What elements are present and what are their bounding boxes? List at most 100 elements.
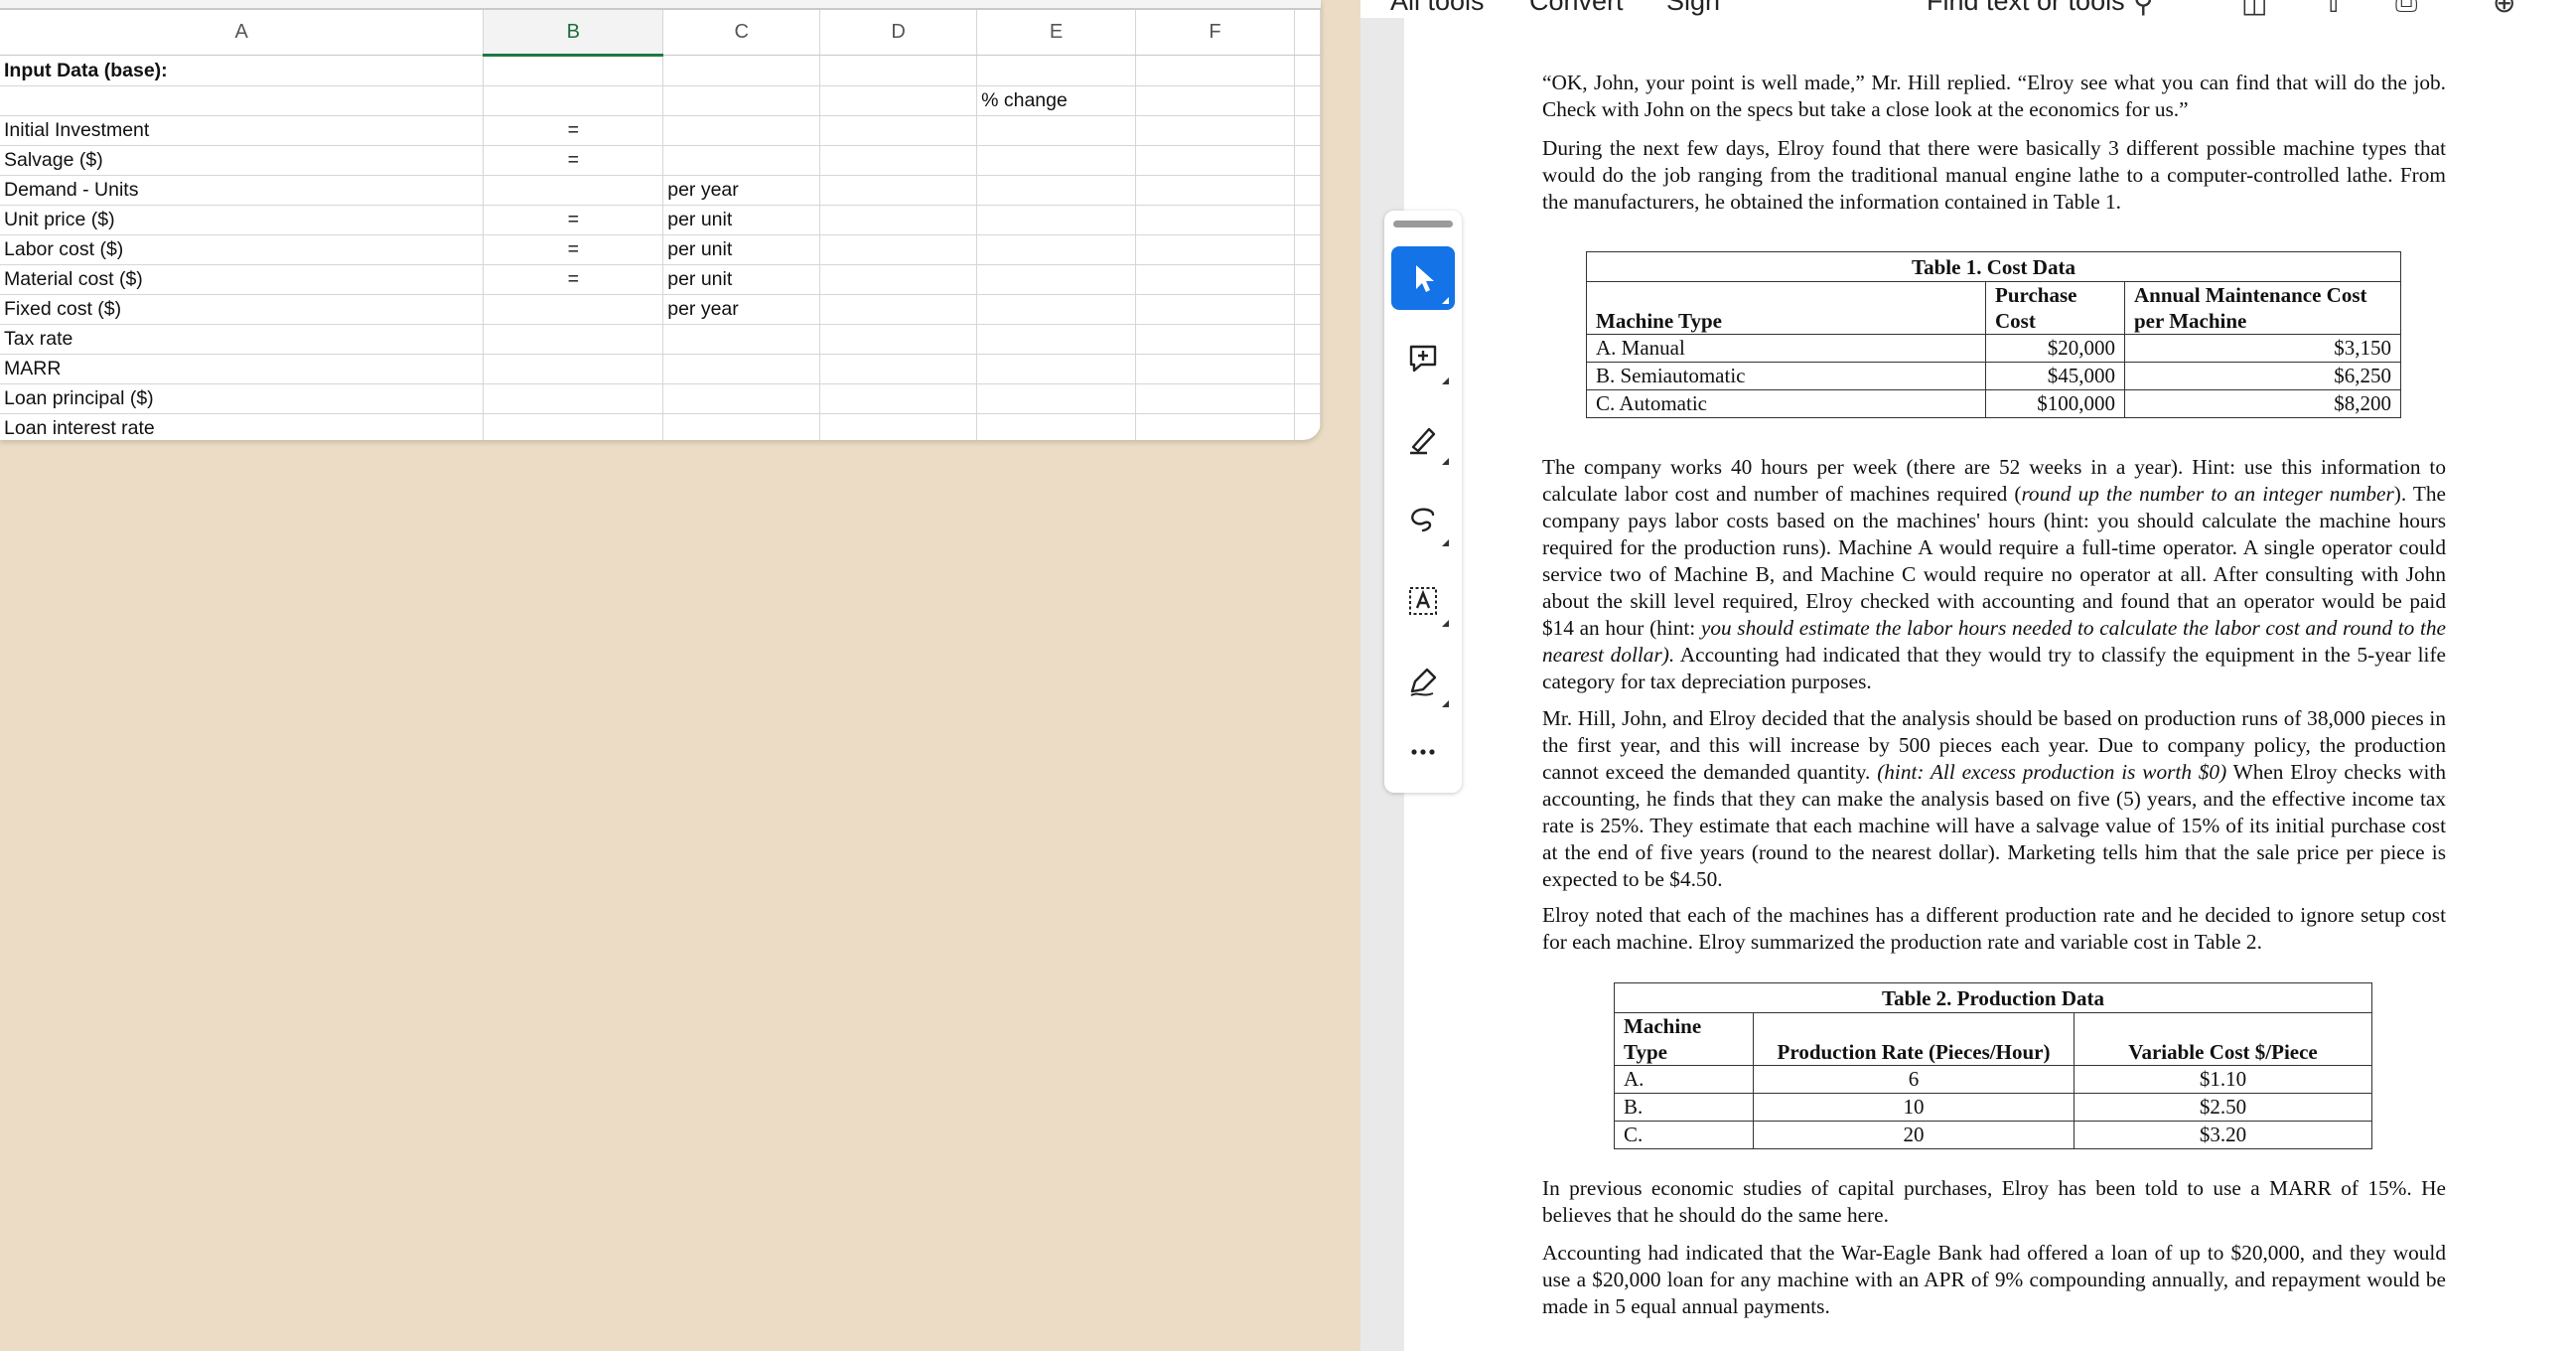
- cell-g1[interactable]: [1294, 56, 1320, 86]
- cell-b13[interactable]: [484, 414, 663, 441]
- cell-c1[interactable]: [663, 56, 820, 86]
- cell-f4[interactable]: [1136, 146, 1295, 176]
- cell-d7[interactable]: [820, 235, 977, 265]
- cell-g6[interactable]: [1294, 206, 1320, 235]
- cell-a12[interactable]: Loan principal ($): [0, 384, 484, 414]
- cell-c7[interactable]: per unit: [663, 235, 820, 265]
- cell-a13[interactable]: Loan interest rate: [0, 414, 484, 441]
- cell-a7[interactable]: Labor cost ($): [0, 235, 484, 265]
- cell-g11[interactable]: [1294, 355, 1320, 384]
- cell-d2[interactable]: [820, 86, 977, 116]
- column-header-f[interactable]: F: [1136, 10, 1295, 56]
- text-box-icon[interactable]: [1391, 569, 1455, 633]
- cell-d11[interactable]: [820, 355, 977, 384]
- cell-d12[interactable]: [820, 384, 977, 414]
- cell-e7[interactable]: [977, 235, 1136, 265]
- cell-c6[interactable]: per unit: [663, 206, 820, 235]
- cell-e9[interactable]: [977, 295, 1136, 325]
- cell-a1[interactable]: Input Data (base):: [0, 56, 484, 86]
- cell-c11[interactable]: [663, 355, 820, 384]
- cell-f13[interactable]: [1136, 414, 1295, 441]
- find-tools-input[interactable]: Find text or tools: [1927, 0, 2125, 17]
- cell-f9[interactable]: [1136, 295, 1295, 325]
- column-header-e[interactable]: E: [977, 10, 1136, 56]
- cell-e2[interactable]: % change: [977, 86, 1136, 116]
- cell-e4[interactable]: [977, 146, 1136, 176]
- column-header-g[interactable]: [1294, 10, 1320, 56]
- cell-e3[interactable]: [977, 116, 1136, 146]
- cell-e1[interactable]: [977, 56, 1136, 86]
- cell-f5[interactable]: [1136, 176, 1295, 206]
- cell-a6[interactable]: Unit price ($): [0, 206, 484, 235]
- column-header-c[interactable]: C: [663, 10, 820, 56]
- search-icon[interactable]: ⚲: [2133, 0, 2154, 18]
- cell-b9[interactable]: [484, 295, 663, 325]
- cell-g13[interactable]: [1294, 414, 1320, 441]
- cell-f1[interactable]: [1136, 56, 1295, 86]
- cell-a4[interactable]: Salvage ($): [0, 146, 484, 176]
- cell-g5[interactable]: [1294, 176, 1320, 206]
- cell-c10[interactable]: [663, 325, 820, 355]
- column-header-d[interactable]: D: [820, 10, 977, 56]
- cell-f3[interactable]: [1136, 116, 1295, 146]
- cell-g9[interactable]: [1294, 295, 1320, 325]
- cell-a3[interactable]: Initial Investment: [0, 116, 484, 146]
- cell-b8[interactable]: =: [484, 265, 663, 295]
- cell-f6[interactable]: [1136, 206, 1295, 235]
- cell-b7[interactable]: =: [484, 235, 663, 265]
- cell-d5[interactable]: [820, 176, 977, 206]
- cell-a8[interactable]: Material cost ($): [0, 265, 484, 295]
- cell-b10[interactable]: [484, 325, 663, 355]
- cell-g12[interactable]: [1294, 384, 1320, 414]
- cell-f11[interactable]: [1136, 355, 1295, 384]
- cell-d3[interactable]: [820, 116, 977, 146]
- cell-b1[interactable]: [484, 56, 663, 86]
- cell-a9[interactable]: Fixed cost ($): [0, 295, 484, 325]
- cell-c2[interactable]: [663, 86, 820, 116]
- cell-a11[interactable]: MARR: [0, 355, 484, 384]
- save-icon[interactable]: ◫: [2241, 0, 2267, 18]
- cell-g2[interactable]: [1294, 86, 1320, 116]
- select-cursor-icon[interactable]: [1391, 246, 1455, 310]
- cell-e5[interactable]: [977, 176, 1136, 206]
- cell-g3[interactable]: [1294, 116, 1320, 146]
- cell-e12[interactable]: [977, 384, 1136, 414]
- upload-icon[interactable]: ⇧: [2322, 0, 2345, 18]
- panel-drag-handle[interactable]: [1393, 221, 1453, 227]
- cell-b2[interactable]: [484, 86, 663, 116]
- cell-b12[interactable]: [484, 384, 663, 414]
- cell-f7[interactable]: [1136, 235, 1295, 265]
- cell-g7[interactable]: [1294, 235, 1320, 265]
- cell-a5[interactable]: Demand - Units: [0, 176, 484, 206]
- cell-f10[interactable]: [1136, 325, 1295, 355]
- cell-e13[interactable]: [977, 414, 1136, 441]
- cell-f8[interactable]: [1136, 265, 1295, 295]
- cell-b5[interactable]: [484, 176, 663, 206]
- sign-menu[interactable]: Sign: [1666, 0, 1720, 17]
- add-comment-icon[interactable]: [1391, 327, 1455, 390]
- cell-f12[interactable]: [1136, 384, 1295, 414]
- cell-c5[interactable]: per year: [663, 176, 820, 206]
- cell-b4[interactable]: =: [484, 146, 663, 176]
- highlight-pen-icon[interactable]: [1391, 407, 1455, 471]
- column-header-a[interactable]: A: [0, 10, 484, 56]
- cell-b3[interactable]: =: [484, 116, 663, 146]
- cell-d13[interactable]: [820, 414, 977, 441]
- cell-g10[interactable]: [1294, 325, 1320, 355]
- cell-d8[interactable]: [820, 265, 977, 295]
- cell-a2[interactable]: [0, 86, 484, 116]
- cell-e8[interactable]: [977, 265, 1136, 295]
- column-header-b[interactable]: B: [484, 10, 663, 56]
- draw-freeform-icon[interactable]: [1391, 489, 1455, 552]
- cell-c12[interactable]: [663, 384, 820, 414]
- cell-d1[interactable]: [820, 56, 977, 86]
- cell-c13[interactable]: [663, 414, 820, 441]
- cell-c8[interactable]: per unit: [663, 265, 820, 295]
- cell-b6[interactable]: =: [484, 206, 663, 235]
- cell-c3[interactable]: [663, 116, 820, 146]
- print-icon[interactable]: ⎙: [2395, 0, 2417, 18]
- cell-e10[interactable]: [977, 325, 1136, 355]
- cell-e6[interactable]: [977, 206, 1136, 235]
- cell-c9[interactable]: per year: [663, 295, 820, 325]
- cell-d9[interactable]: [820, 295, 977, 325]
